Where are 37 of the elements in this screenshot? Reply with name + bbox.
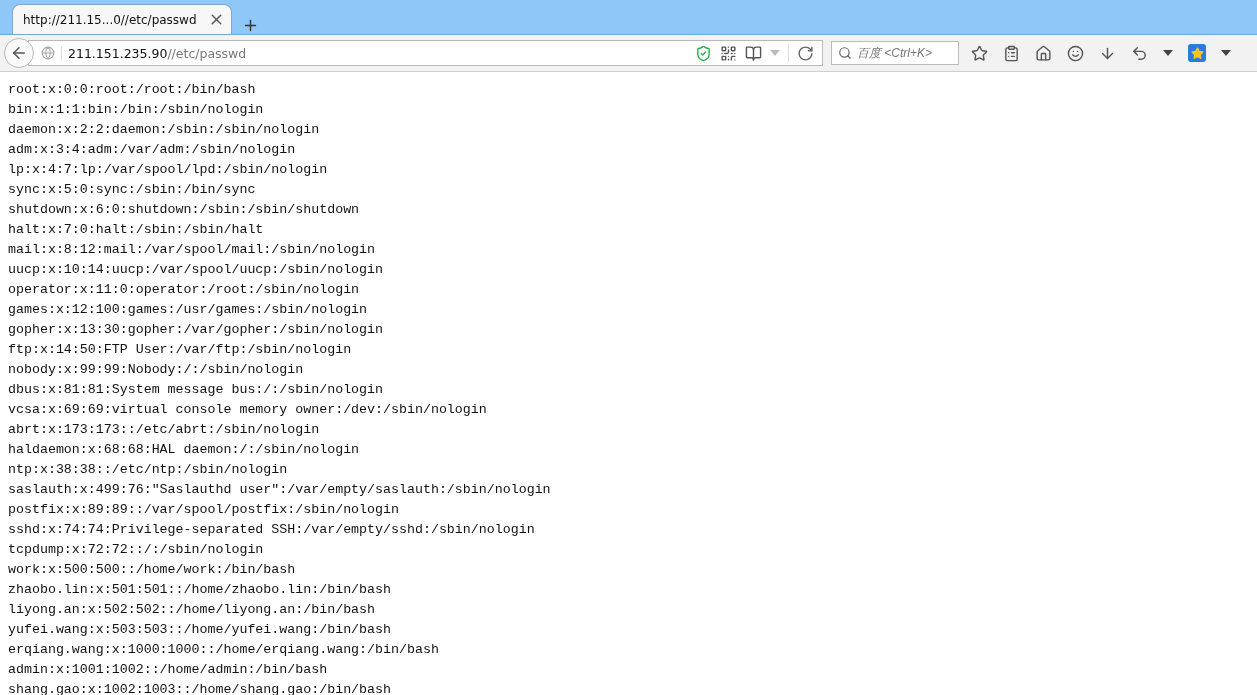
text-line: erqiang.wang:x:1000:1000::/home/erqiang.wang:/bin/bash xyxy=(8,641,440,659)
text-line: sync:x:5:0:sync:/sbin:/bin/sync xyxy=(8,181,257,199)
text-line: postfix:x:89:89::/var/spool/postfix:/sbin/nologin xyxy=(8,501,400,519)
text-line: adm:x:3:4:adm:/var/adm:/sbin/nologin xyxy=(8,141,297,159)
text-line: admin:x:1001:1002::/home/admin:/bin/bash xyxy=(8,661,329,679)
text-line: haldaemon:x:68:68:HAL daemon:/:/sbin/nologin xyxy=(8,441,361,459)
text-line: daemon:x:2:2:daemon:/sbin:/sbin/nologin xyxy=(8,121,321,139)
address-field[interactable]: 211.151.235.90//etc/passwd xyxy=(28,40,823,66)
text-line: vcsa:x:69:69:virtual console memory owner:/dev:/sbin/nologin xyxy=(8,401,488,419)
text-line: lp:x:4:7:lp:/var/spool/lpd:/sbin/nologin xyxy=(8,161,329,179)
text-line: liyong.an:x:502:502::/home/liyong.an:/bin/bash xyxy=(8,601,377,619)
url-path-text: //etc/passwd xyxy=(167,45,247,61)
text-line: games:x:12:100:games:/usr/games:/sbin/nologin xyxy=(8,301,369,319)
text-line: root:x:0:0:root:/root:/bin/bash xyxy=(8,81,257,99)
text-line: abrt:x:173:173::/etc/abrt:/sbin/nologin xyxy=(8,421,321,439)
text-line: ftp:x:14:50:FTP User:/var/ftp:/sbin/nologin xyxy=(8,341,353,359)
text-line: mail:x:8:12:mail:/var/spool/mail:/sbin/nologin xyxy=(8,241,377,259)
text-line: bin:x:1:1:bin:/bin:/sbin/nologin xyxy=(8,101,265,119)
text-line: shutdown:x:6:0:shutdown:/sbin:/sbin/shutdown xyxy=(8,201,361,219)
text-line: sshd:x:74:74:Privilege-separated SSH:/var/empty/sshd:/sbin/nologin xyxy=(8,521,536,539)
text-line: yufei.wang:x:503:503::/home/yufei.wang:/bin/bash xyxy=(8,621,392,639)
browser-tab[interactable]: http://211.15...0//etc/passwd xyxy=(12,4,232,34)
text-line: halt:x:7:0:halt:/sbin:/sbin/halt xyxy=(8,221,265,239)
text-line: saslauth:x:499:76:"Saslauthd user":/var/empty/saslauth:/sbin/nologin xyxy=(8,481,552,499)
text-line: work:x:500:500::/home/work:/bin/bash xyxy=(8,561,297,579)
text-line: shang.gao:x:1002:1003::/home/shang.gao:/bin/bash xyxy=(8,681,392,695)
text-line: nobody:x:99:99:Nobody:/:/sbin/nologin xyxy=(8,361,305,379)
text-line: gopher:x:13:30:gopher:/var/gopher:/sbin/nologin xyxy=(8,321,385,339)
text-line: zhaobo.lin:x:501:501::/home/zhaobo.lin:/bin/bash xyxy=(8,581,392,599)
text-line: ntp:x:38:38::/etc/ntp:/sbin/nologin xyxy=(8,461,289,479)
text-line: dbus:x:81:81:System message bus:/:/sbin/nologin xyxy=(8,381,385,399)
url-host-text: 211.151.235.90 xyxy=(68,45,168,61)
search-field[interactable]: 百度 <Ctrl+K> xyxy=(857,46,953,60)
text-line: tcpdump:x:72:72::/:/sbin/nologin xyxy=(8,541,265,559)
text-line: operator:x:11:0:operator:/root:/sbin/nologin xyxy=(8,281,361,299)
search-bar[interactable]: 百度 <Ctrl+K> xyxy=(831,41,959,65)
text-line: uucp:x:10:14:uucp:/var/spool/uucp:/sbin/nologin xyxy=(8,261,385,279)
